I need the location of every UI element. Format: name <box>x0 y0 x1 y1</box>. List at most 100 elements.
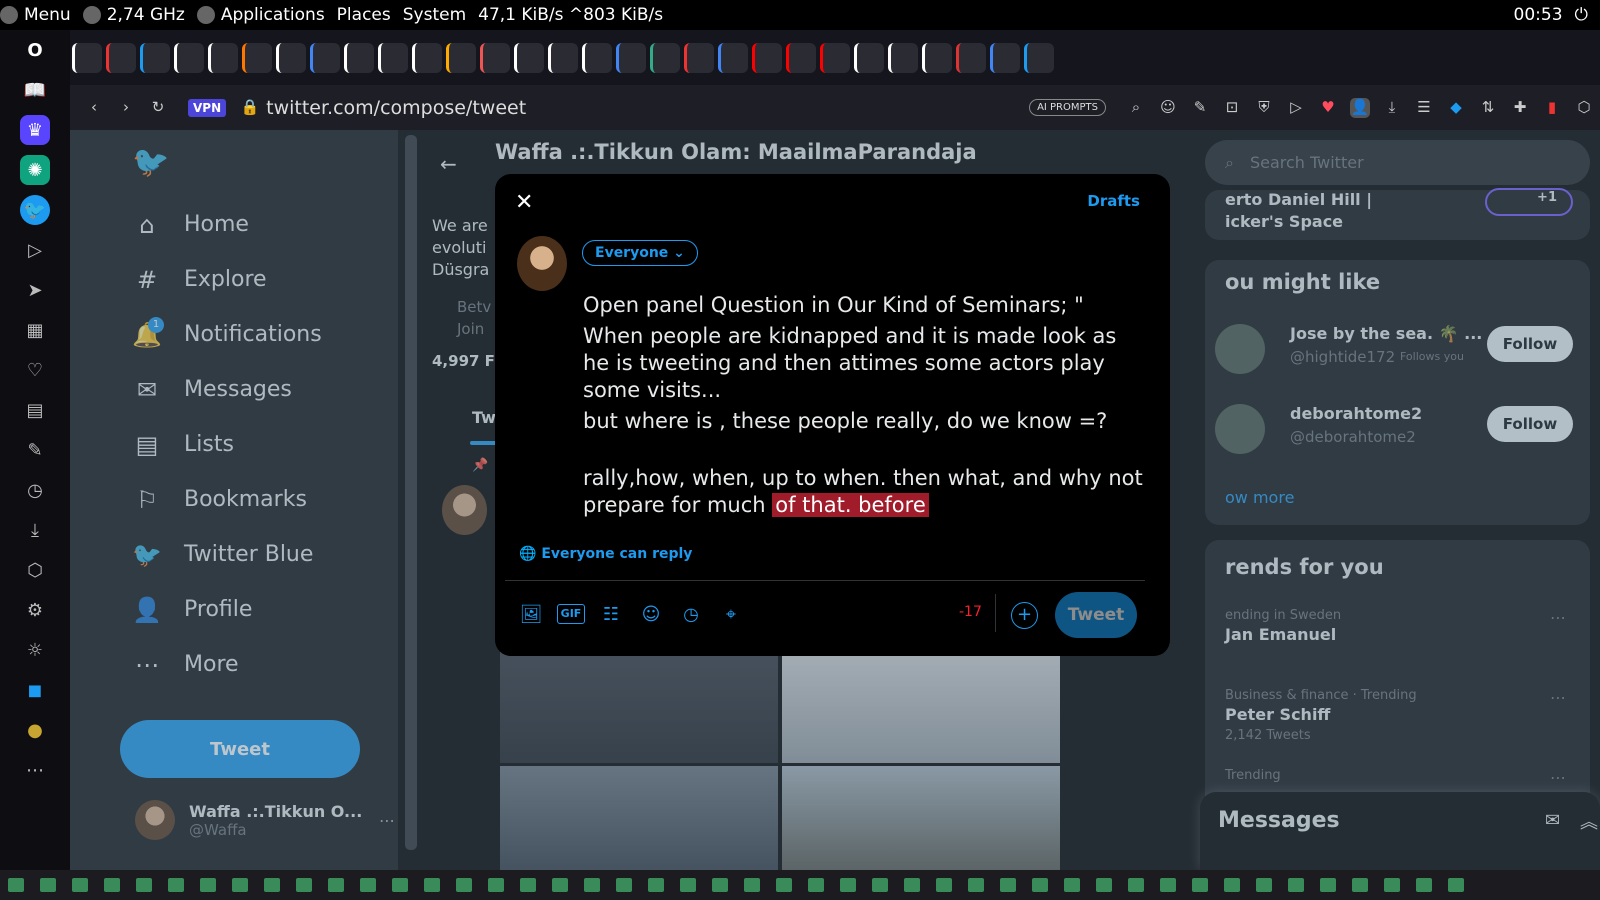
opera-logo-icon[interactable]: O <box>20 35 50 65</box>
places-menu[interactable]: Places <box>337 5 391 25</box>
settings-icon[interactable]: ⚙ <box>20 595 50 625</box>
ai-prompts-button[interactable]: AI PROMPTS <box>1029 99 1106 116</box>
emoji-icon[interactable]: ☺ <box>637 604 665 628</box>
browser-tab[interactable] <box>514 42 544 73</box>
taskbar-item[interactable] <box>264 878 280 892</box>
chatgpt-icon[interactable]: ✺ <box>20 155 50 185</box>
taskbar-item[interactable] <box>872 878 888 892</box>
taskbar-item[interactable] <box>72 878 88 892</box>
taskbar-item[interactable] <box>1448 878 1464 892</box>
taskbar-item[interactable] <box>488 878 504 892</box>
heart-icon[interactable]: ♡ <box>20 355 50 385</box>
taskbar-item[interactable] <box>936 878 952 892</box>
taskbar-item[interactable] <box>1160 878 1176 892</box>
taskbar-item[interactable] <box>168 878 184 892</box>
drafts-button[interactable]: Drafts <box>1087 192 1140 210</box>
history-icon[interactable]: ◷ <box>20 475 50 505</box>
taskbar-item[interactable] <box>1224 878 1240 892</box>
pen-icon[interactable]: ✎ <box>1190 98 1210 118</box>
browser-tab[interactable] <box>276 42 306 73</box>
taskbar-item[interactable] <box>808 878 824 892</box>
taskbar-item[interactable] <box>328 878 344 892</box>
taskbar-item[interactable] <box>1096 878 1112 892</box>
extension-icon[interactable]: ⇅ <box>1478 98 1498 118</box>
taskbar-item[interactable] <box>200 878 216 892</box>
taskbar-item[interactable] <box>1064 878 1080 892</box>
browser-tab[interactable] <box>480 42 510 73</box>
taskbar-item[interactable] <box>776 878 792 892</box>
easy-setup-icon[interactable]: ☰ <box>1414 98 1434 118</box>
camera-icon[interactable]: ⊡ <box>1222 98 1242 118</box>
taskbar-item[interactable] <box>40 878 56 892</box>
taskbar-item[interactable] <box>1320 878 1336 892</box>
news-icon[interactable]: ▤ <box>20 395 50 425</box>
apps-icon[interactable]: ▦ <box>20 315 50 345</box>
taskbar-item[interactable] <box>1416 878 1432 892</box>
taskbar-item[interactable] <box>840 878 856 892</box>
browser-tab[interactable] <box>922 42 952 73</box>
search-icon[interactable]: ⌕ <box>1126 98 1146 118</box>
browser-tab[interactable] <box>650 42 680 73</box>
reply-setting[interactable]: 🌐 Everyone can reply <box>519 546 692 562</box>
browser-tab[interactable] <box>888 42 918 73</box>
taskbar-item[interactable] <box>1288 878 1304 892</box>
browser-tab[interactable] <box>854 42 884 73</box>
bulb-icon[interactable]: ☼ <box>20 635 50 665</box>
taskbar-item[interactable] <box>104 878 120 892</box>
browser-tab[interactable] <box>582 42 612 73</box>
edit-icon[interactable]: ✎ <box>20 435 50 465</box>
menu-button[interactable]: Menu <box>0 5 71 25</box>
taskbar-item[interactable] <box>424 878 440 892</box>
browser-tab[interactable] <box>412 42 442 73</box>
browser-tab[interactable] <box>174 42 204 73</box>
taskbar-item[interactable] <box>712 878 728 892</box>
puzzle-icon[interactable]: ✚ <box>1510 98 1530 118</box>
taskbar-item[interactable] <box>392 878 408 892</box>
taskbar-item[interactable] <box>552 878 568 892</box>
back-icon[interactable]: ‹ <box>84 98 104 118</box>
url-field[interactable]: twitter.com/compose/tweet <box>266 97 526 119</box>
gif-icon[interactable]: GIF <box>557 604 585 624</box>
applications-menu[interactable]: Applications <box>196 5 325 25</box>
image-icon[interactable]: 🖼 <box>517 604 545 628</box>
browser-tab[interactable] <box>242 42 272 73</box>
browser-tab[interactable] <box>718 42 748 73</box>
send-icon[interactable]: ➤ <box>20 275 50 305</box>
tweet-textarea[interactable]: Open panel Question in Our Kind of Semin… <box>583 292 1143 523</box>
taskbar-item[interactable] <box>616 878 632 892</box>
browser-tab[interactable] <box>378 42 408 73</box>
audience-selector[interactable]: Everyone ⌄ <box>582 240 698 266</box>
messenger-icon[interactable]: ◼ <box>20 675 50 705</box>
profile-icon[interactable]: 👤 <box>1350 97 1370 118</box>
extension-icon[interactable]: ◆ <box>1446 98 1466 118</box>
browser-tab[interactable] <box>956 42 986 73</box>
browser-tab[interactable] <box>548 42 578 73</box>
twitter-sidebar-icon[interactable]: 🐦 <box>20 195 50 225</box>
vpn-badge[interactable]: VPN <box>188 98 227 117</box>
browser-tab[interactable] <box>72 42 102 73</box>
power-icon[interactable]: ⏻ <box>1575 5 1588 25</box>
tweet-submit-button[interactable]: Tweet <box>1055 592 1137 638</box>
browser-tab[interactable] <box>106 42 136 73</box>
taskbar-item[interactable] <box>1384 878 1400 892</box>
taskbar-item[interactable] <box>648 878 664 892</box>
system-menu[interactable]: System <box>403 5 466 25</box>
taskbar-item[interactable] <box>1032 878 1048 892</box>
taskbar-item[interactable] <box>744 878 760 892</box>
taskbar-item[interactable] <box>8 878 24 892</box>
taskbar-item[interactable] <box>1256 878 1272 892</box>
add-tweet-icon[interactable]: + <box>1011 602 1038 629</box>
browser-tab[interactable] <box>786 42 816 73</box>
browser-tab[interactable] <box>684 42 714 73</box>
taskbar-item[interactable] <box>1128 878 1144 892</box>
taskbar-item[interactable] <box>1352 878 1368 892</box>
taskbar-item[interactable] <box>968 878 984 892</box>
location-icon[interactable]: ⌖ <box>717 604 745 628</box>
download-icon[interactable]: ⤓ <box>1382 98 1402 118</box>
taskbar-item[interactable] <box>456 878 472 892</box>
extension-icon[interactable]: ▮ <box>1542 98 1562 118</box>
taskbar-item[interactable] <box>520 878 536 892</box>
taskbar-item[interactable] <box>904 878 920 892</box>
poll-icon[interactable]: ☷ <box>597 604 625 628</box>
forward-icon[interactable]: › <box>116 98 136 118</box>
